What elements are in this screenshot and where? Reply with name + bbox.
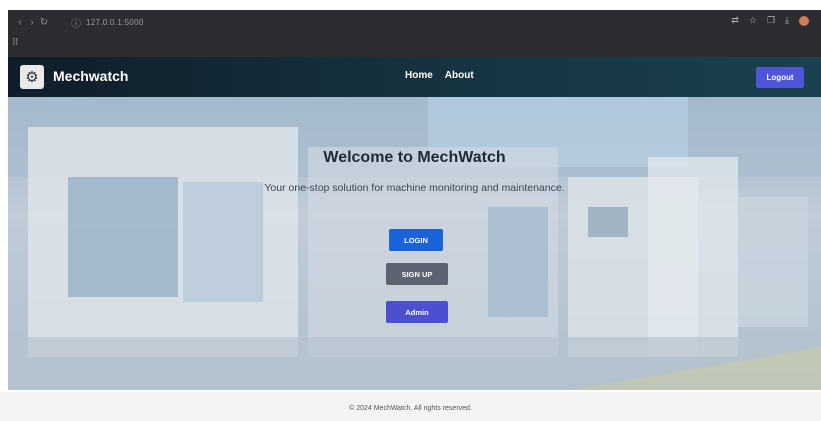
copyright-text: © 2024 MechWatch. All rights reserved. [349, 405, 472, 412]
forward-icon[interactable]: › [26, 17, 38, 28]
browser-chrome: ‹ › ↻ ⓘ 127.0.0.1:5000 ⇄ ☆ ❐ ⤓ ⠿ [8, 10, 821, 57]
profile-avatar-icon[interactable] [799, 15, 809, 26]
browser-window: ‹ › ↻ ⓘ 127.0.0.1:5000 ⇄ ☆ ❐ ⤓ ⠿ ⚙ Mechw… [8, 10, 821, 390]
welcome-heading: Welcome to MechWatch [323, 149, 506, 166]
hero-section: Welcome to MechWatch Your one-stop solut… [8, 97, 821, 390]
reload-icon[interactable]: ↻ [38, 17, 50, 28]
signup-button[interactable]: SIGN UP [386, 263, 448, 285]
logo-gear-icon[interactable]: ⚙ [20, 65, 44, 89]
top-navbar: ⚙ Mechwatch Home About Logout [8, 57, 821, 97]
browser-toolbar: ‹ › ↻ ⓘ 127.0.0.1:5000 [8, 10, 821, 34]
translate-icon[interactable]: ⇄ [731, 15, 739, 26]
apps-icon[interactable]: ⠿ [12, 37, 19, 48]
logout-button[interactable]: Logout [756, 67, 804, 88]
site-info-icon[interactable]: ⓘ [70, 15, 82, 30]
download-icon[interactable]: ⤓ [785, 15, 789, 26]
address-bar[interactable]: ⓘ 127.0.0.1:5000 [58, 14, 150, 30]
welcome-subtitle: Your one-stop solution for machine monit… [264, 182, 565, 194]
nav-link-about[interactable]: About [445, 70, 474, 81]
nav-links: Home About [405, 70, 474, 81]
admin-button[interactable]: Admin [386, 301, 448, 323]
back-icon[interactable]: ‹ [14, 17, 26, 28]
url-text: 127.0.0.1:5000 [86, 17, 144, 27]
bookmark-star-icon[interactable]: ☆ [749, 15, 757, 26]
browser-actions: ⇄ ☆ ❐ ⤓ [731, 15, 809, 26]
page-footer: © 2024 MechWatch. All rights reserved. [0, 392, 821, 421]
nav-link-home[interactable]: Home [405, 70, 433, 81]
login-button[interactable]: LOGIN [389, 229, 443, 251]
extensions-icon[interactable]: ❐ [767, 15, 775, 26]
brand-name[interactable]: Mechwatch [53, 68, 128, 84]
